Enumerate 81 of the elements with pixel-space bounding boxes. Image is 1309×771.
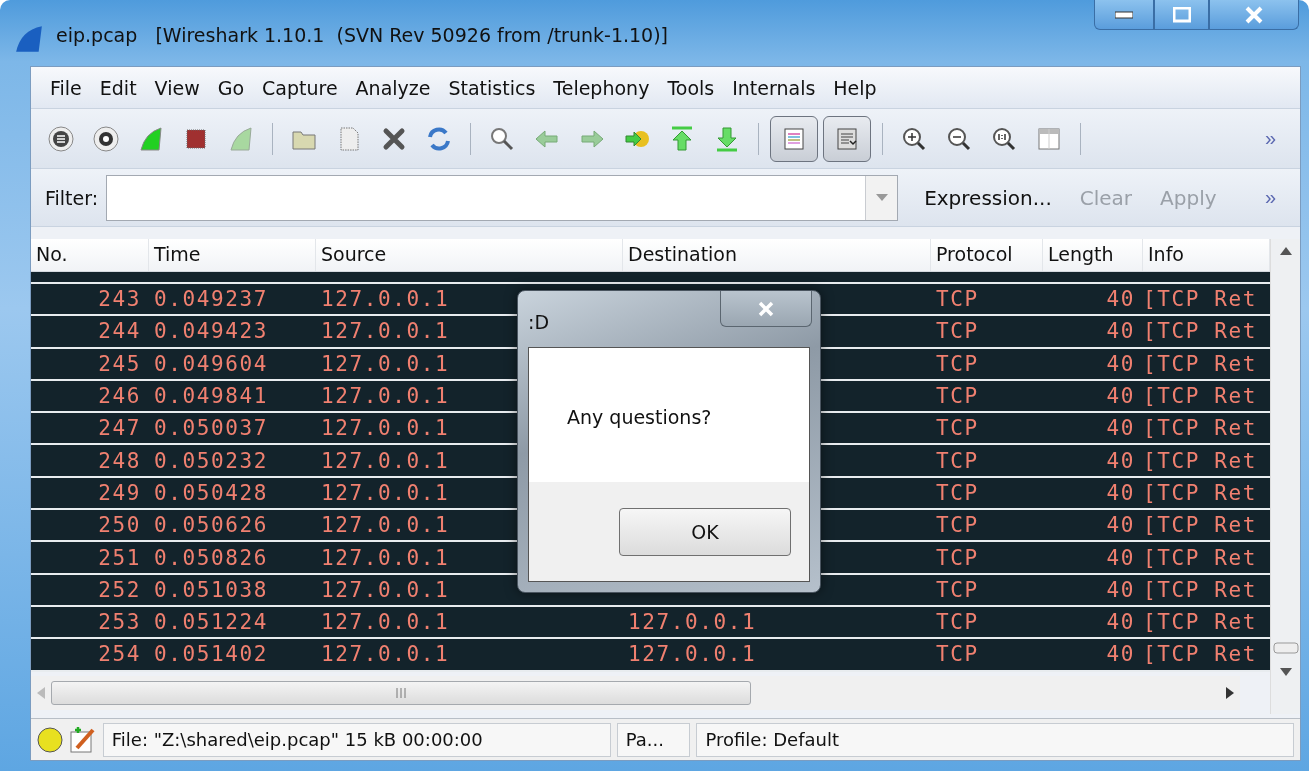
table-cell-text: 253	[97, 610, 142, 635]
table-cell-text: 127.0.0.1	[627, 642, 758, 667]
table-cell-text: 0.049841	[153, 384, 269, 409]
table-cell-text: 248	[97, 448, 142, 473]
table-cell-text: [TCP Ret	[1143, 287, 1258, 312]
table-cell-text: 127.0.0.1	[320, 577, 451, 602]
table-cell-text: TCP	[935, 448, 980, 473]
table-cell-text: TCP	[935, 642, 980, 667]
table-cell-text: 127.0.0.1	[320, 351, 451, 376]
table-cell-text: 40	[1105, 351, 1136, 376]
dialog-message: Any questions?	[566, 405, 713, 430]
table-cell-text: TCP	[935, 319, 980, 344]
table-cell-text: 243	[97, 287, 142, 312]
table-cell-text: [TCP Ret	[1143, 545, 1258, 570]
table-cell-text: 127.0.0.1	[320, 384, 451, 409]
table-cell-text: 245	[97, 351, 142, 376]
table-cell-text: 40	[1105, 287, 1136, 312]
table-cell-text: 0.050626	[153, 513, 269, 538]
table-cell-text: 40	[1105, 480, 1136, 505]
table-cell-text: 40	[1105, 448, 1136, 473]
table-cell-text: [TCP Ret	[1143, 384, 1258, 409]
table-cell-text: 244	[97, 319, 142, 344]
table-cell-text: 0.049423	[153, 319, 269, 344]
table-cell-text: 0.050826	[153, 545, 269, 570]
table-cell-text: 40	[1105, 416, 1136, 441]
table-cell-text: 0.050037	[153, 416, 269, 441]
table-cell-text: TCP	[935, 480, 980, 505]
table-cell-text: 127.0.0.1	[320, 642, 451, 667]
table-cell-text: [TCP Ret	[1143, 513, 1258, 538]
table-cell-text: 40	[1105, 642, 1136, 667]
table-cell-text: 0.050428	[153, 480, 269, 505]
table-cell-text: [TCP Ret	[1143, 480, 1258, 505]
table-cell-text: [TCP Ret	[1143, 351, 1258, 376]
table-cell-text: 127.0.0.1	[320, 287, 451, 312]
table-cell-text: TCP	[935, 416, 980, 441]
table-cell-text: [TCP Ret	[1143, 610, 1258, 635]
table-cell-text: 127.0.0.1	[320, 448, 451, 473]
table-cell-text: 252	[97, 577, 142, 602]
table-cell-text: TCP	[935, 545, 980, 570]
table-cell-text: 249	[97, 480, 142, 505]
table-cell-text: 250	[97, 513, 142, 538]
table-cell-text: TCP	[935, 287, 980, 312]
table-cell-text: 127.0.0.1	[320, 480, 451, 505]
table-cell-text: 0.051224	[153, 610, 269, 635]
table-cell-text: 127.0.0.1	[320, 610, 451, 635]
filter-label: Filter:	[45, 186, 99, 209]
table-cell-text: 0.049237	[153, 287, 269, 312]
table-cell-text: 40	[1105, 384, 1136, 409]
table-cell-text: 40	[1105, 577, 1136, 602]
table-cell-text: 251	[97, 545, 142, 570]
table-cell-text: TCP	[935, 513, 980, 538]
table-cell-text: [TCP Ret	[1143, 642, 1258, 667]
window-title: eip.pcap [Wireshark 1.10.1 (SVN Rev 50926 from /trunk-1.10)]	[56, 24, 668, 46]
table-cell-text: 0.051402	[153, 642, 269, 667]
dialog-title: :D	[528, 311, 550, 333]
table-cell-text: 246	[97, 384, 142, 409]
table-cell-text: TCP	[935, 384, 980, 409]
table-cell-text: 40	[1105, 513, 1136, 538]
table-cell-text: [TCP Ret	[1143, 319, 1258, 344]
packets-status: Pa...	[616, 722, 691, 757]
table-cell-text: TCP	[935, 351, 980, 376]
table-cell-text: 247	[97, 416, 142, 441]
table-cell-text: 127.0.0.1	[320, 545, 451, 570]
profile-status: Profile: Default	[696, 722, 1294, 757]
file-status: File: "Z:\shared\eip.pcap" 15 kB 00:00:00	[102, 722, 611, 757]
table-cell-text: 40	[1105, 319, 1136, 344]
table-cell-text: 127.0.0.1	[320, 416, 451, 441]
table-cell-text: 0.050232	[153, 448, 269, 473]
table-cell-text: 127.0.0.1	[627, 610, 758, 635]
table-cell-text: 0.049604	[153, 351, 269, 376]
table-cell-text: 40	[1105, 610, 1136, 635]
table-cell-text: TCP	[935, 610, 980, 635]
table-cell-text: 127.0.0.1	[320, 513, 451, 538]
table-cell-text: 127.0.0.1	[320, 319, 451, 344]
table-cell-text: 0.051038	[153, 577, 269, 602]
table-cell-text: [TCP Ret	[1143, 577, 1258, 602]
table-cell-text: TCP	[935, 577, 980, 602]
table-cell-text: 254	[97, 642, 142, 667]
table-cell-text: 40	[1105, 545, 1136, 570]
table-cell-text: [TCP Ret	[1143, 448, 1258, 473]
table-cell-text: [TCP Ret	[1143, 416, 1258, 441]
